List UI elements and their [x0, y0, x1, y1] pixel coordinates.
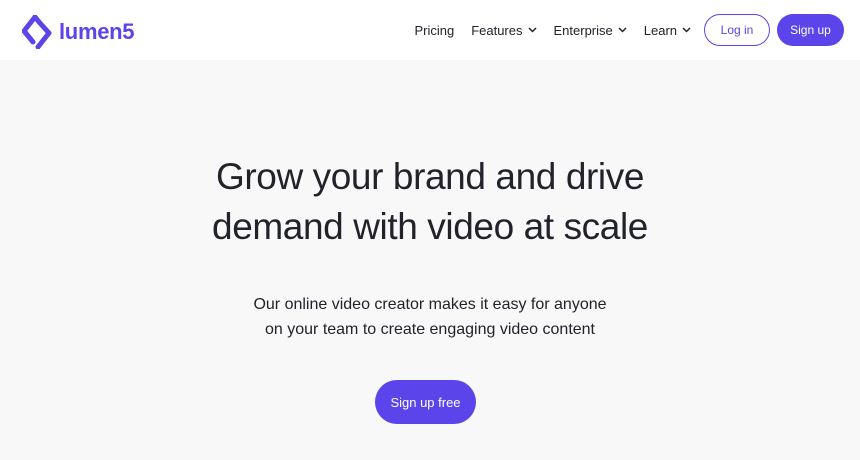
hero-subtitle-line: on your team to create engaging video co… [265, 321, 595, 338]
chevron-down-icon [527, 27, 537, 33]
nav-item-features[interactable]: Features [471, 22, 537, 38]
brand-logo[interactable]: lumen5 [22, 15, 135, 49]
lumen5-diamond-logo-icon [22, 15, 52, 49]
login-button[interactable]: Log in [704, 14, 770, 46]
brand-name: lumen5 [59, 19, 135, 44]
nav-item-learn[interactable]: Learn [644, 23, 691, 38]
nav-item-label: Learn [643, 22, 677, 38]
signup-free-button[interactable]: Sign up free [375, 380, 476, 424]
hero-subtitle-line: Our online video creator makes it easy f… [253, 296, 607, 313]
chevron-down-icon [682, 27, 691, 33]
nav-item-pricing[interactable]: Pricing [414, 23, 454, 38]
hero-headline-line: demand with video at scale [212, 206, 648, 247]
site-header: lumen5 Pricing Features Enterprise Learn… [0, 0, 860, 60]
nav-item-enterprise[interactable]: Enterprise [554, 23, 627, 38]
hero-headline-line: Grow your brand and drive [215, 156, 645, 197]
chevron-down-icon [618, 27, 627, 33]
nav-item-label: Enterprise [553, 22, 613, 38]
nav-item-label: Pricing [414, 22, 455, 38]
hero-section: Grow your brand and drive demand with vi… [0, 60, 860, 460]
main-nav: Pricing Features Enterprise Learn Log in… [414, 12, 844, 48]
hero-subtitle: Our online video creator makes it easy f… [0, 292, 860, 342]
nav-item-label: Features [471, 22, 523, 38]
hero-headline: Grow your brand and drive demand with vi… [0, 152, 860, 252]
signup-button[interactable]: Sign up [777, 14, 844, 46]
